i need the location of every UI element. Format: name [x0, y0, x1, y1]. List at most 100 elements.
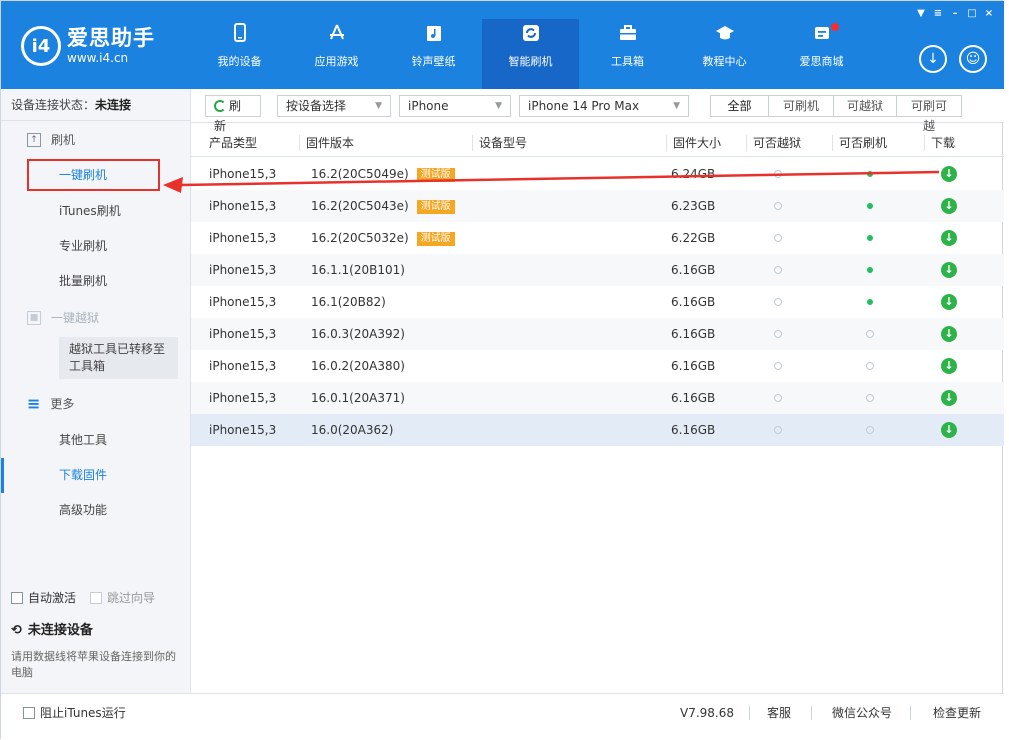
graduation-cap-icon [715, 23, 735, 43]
music-icon [424, 23, 444, 43]
block-itunes-option[interactable]: 阻止iTunes运行 [23, 694, 126, 732]
table-row[interactable]: iPhone15,3 16.2(20C5032e) 测试版 6.22GB ↓ [191, 222, 1004, 254]
col-product-type[interactable]: 产品类型 [203, 135, 257, 151]
nav-smart-flash[interactable]: 智能刷机 [482, 19, 579, 89]
block-itunes-label: 阻止iTunes运行 [40, 706, 126, 720]
filter-both[interactable]: 可刷可越 [896, 95, 962, 133]
user-account-icon[interactable]: ☺ [959, 45, 987, 73]
sidebar-item-advanced[interactable]: 高级功能 [1, 493, 190, 528]
customer-service-link[interactable]: 客服 [767, 694, 791, 732]
col-flashable[interactable]: 可否刷机 [832, 135, 887, 151]
skip-guide-checkbox[interactable] [90, 591, 103, 604]
download-icon[interactable]: ↓ [941, 262, 957, 278]
download-icon[interactable]: ↓ [941, 326, 957, 342]
col-firmware-size[interactable]: 固件大小 [666, 135, 721, 151]
minimize-icon[interactable]: – [948, 7, 962, 21]
firmware-toolbar: 刷新 按设备选择 ▼ iPhone ▼ iPhone 14 Pro Max ▼ 全部 … [191, 89, 1004, 133]
refresh-button[interactable]: 刷新 [205, 95, 261, 133]
no-device-description: 请用数据线将苹果设备连接到你的电脑 [11, 650, 176, 679]
flash-section-icon: ↑ [27, 133, 41, 147]
no-device-label: 未连接设备 [27, 623, 93, 638]
col-device-model[interactable]: 设备型号 [472, 135, 527, 151]
sidebar-item-other-tools[interactable]: 其他工具 [1, 423, 190, 458]
lock-icon: ■ [27, 311, 41, 325]
cell-product-type: iPhone15,3 [209, 295, 277, 309]
flashable-yes-icon [867, 299, 873, 305]
auto-activate-label: 自动激活 [28, 591, 77, 605]
nav-label: 我的设备 [217, 55, 262, 68]
sidebar-item-pro-flash[interactable]: 专业刷机 [1, 229, 190, 264]
beta-badge: 测试版 [416, 168, 455, 182]
table-row[interactable]: iPhone15,3 16.1.1(20B101) 6.16GB ↓ [191, 254, 1004, 286]
filter-all[interactable]: 全部 [710, 95, 769, 117]
close-icon[interactable]: × [982, 7, 996, 21]
download-icon[interactable]: ↓ [941, 422, 957, 438]
maximize-icon[interactable]: □ [965, 7, 979, 21]
table-row[interactable]: iPhone15,3 16.0.3(20A392) 6.16GB ↓ [191, 318, 1004, 350]
nav-shop[interactable]: 爱思商城 [773, 19, 870, 89]
sidebar-item-itunes-flash[interactable]: iTunes刷机 [1, 194, 190, 229]
no-device-title: ⟲ 未连接设备 [11, 619, 93, 638]
sidebar-item-batch-flash[interactable]: 批量刷机 [1, 264, 190, 299]
device-type-dropdown[interactable]: iPhone ▼ [399, 95, 511, 117]
check-update-link[interactable]: 检查更新 [933, 694, 981, 732]
block-itunes-checkbox[interactable] [23, 707, 35, 719]
select-by-device-dropdown[interactable]: 按设备选择 ▼ [277, 95, 391, 117]
cell-firmware-size: 6.22GB [671, 231, 716, 245]
main-nav: 我的设备 应用游戏 铃声壁纸 智能刷机 工具箱 教程中心 爱思商城 [191, 19, 870, 89]
connection-value: 未连接 [95, 98, 132, 112]
auto-activate-checkbox[interactable] [11, 591, 23, 604]
nav-tutorials[interactable]: 教程中心 [676, 19, 773, 89]
download-icon[interactable]: ↓ [941, 358, 957, 374]
table-row[interactable]: iPhone15,3 16.0(20A362) 6.16GB ↓ [191, 414, 1004, 446]
menu-icon[interactable]: ≡ [931, 7, 945, 21]
cell-firmware-size: 6.16GB [671, 391, 716, 405]
model-dropdown[interactable]: iPhone 14 Pro Max ▼ [519, 95, 689, 117]
jailbreak-no-icon [774, 394, 782, 402]
nav-ringtones[interactable]: 铃声壁纸 [385, 19, 482, 89]
table-row[interactable]: iPhone15,3 16.2(20C5049e) 测试版 6.24GB ↓ [191, 158, 1004, 190]
wechat-link[interactable]: 微信公众号 [832, 694, 892, 732]
col-firmware-version[interactable]: 固件版本 [299, 135, 354, 151]
col-download[interactable]: 下载 [924, 135, 955, 151]
nav-label: 智能刷机 [508, 55, 553, 68]
version-text: 16.0(20A362) [311, 423, 394, 437]
nav-toolbox[interactable]: 工具箱 [579, 19, 676, 89]
version-text: 16.2(20C5043e) [311, 199, 409, 213]
download-manager-icon[interactable]: ↓ [919, 45, 947, 73]
jailbreak-no-icon [774, 202, 782, 210]
cell-firmware-size: 6.16GB [671, 327, 716, 341]
table-row[interactable]: iPhone15,3 16.2(20C5043e) 测试版 6.23GB ↓ [191, 190, 1004, 222]
section-label: 更多 [50, 397, 75, 411]
cell-firmware-version: 16.0.2(20A380) [311, 350, 405, 382]
connection-label: 设备连接状态： [11, 98, 96, 112]
sidebar-item-download-firmware[interactable]: 下载固件 [1, 458, 190, 493]
table-row[interactable]: iPhone15,3 16.0.2(20A380) 6.16GB ↓ [191, 350, 1004, 382]
nav-label: 爱思商城 [799, 55, 844, 68]
filter-flashable[interactable]: 可刷机 [768, 95, 834, 117]
download-icon[interactable]: ↓ [941, 390, 957, 406]
download-icon[interactable]: ↓ [941, 198, 957, 214]
flashable-yes-icon [867, 235, 873, 241]
cell-firmware-size: 6.16GB [671, 359, 716, 373]
skin-icon[interactable]: ▼ [914, 7, 928, 21]
nav-label: 铃声壁纸 [411, 55, 456, 68]
sidebar-item-one-click-flash[interactable]: 一键刷机 [27, 159, 160, 191]
version-label: V7.98.68 [680, 706, 735, 720]
cell-product-type: iPhone15,3 [209, 423, 277, 437]
unlink-icon: ⟲ [11, 623, 22, 638]
cell-firmware-size: 6.24GB [671, 167, 716, 181]
download-icon[interactable]: ↓ [941, 230, 957, 246]
status-bar: 阻止iTunes运行 V7.98.68 客服 微信公众号 检查更新 [1, 693, 1004, 740]
flashable-yes-icon [867, 267, 873, 273]
table-row[interactable]: iPhone15,3 16.1(20B82) 6.16GB ↓ [191, 286, 1004, 318]
nav-label: 工具箱 [611, 55, 644, 68]
col-jailbreakable[interactable]: 可否越狱 [746, 135, 801, 151]
download-icon[interactable]: ↓ [941, 166, 957, 182]
download-icon[interactable]: ↓ [941, 294, 957, 310]
cell-product-type: iPhone15,3 [209, 391, 277, 405]
nav-apps[interactable]: 应用游戏 [288, 19, 385, 89]
nav-my-device[interactable]: 我的设备 [191, 19, 288, 89]
filter-jailbreakable[interactable]: 可越狱 [833, 95, 897, 117]
table-row[interactable]: iPhone15,3 16.0.1(20A371) 6.16GB ↓ [191, 382, 1004, 414]
